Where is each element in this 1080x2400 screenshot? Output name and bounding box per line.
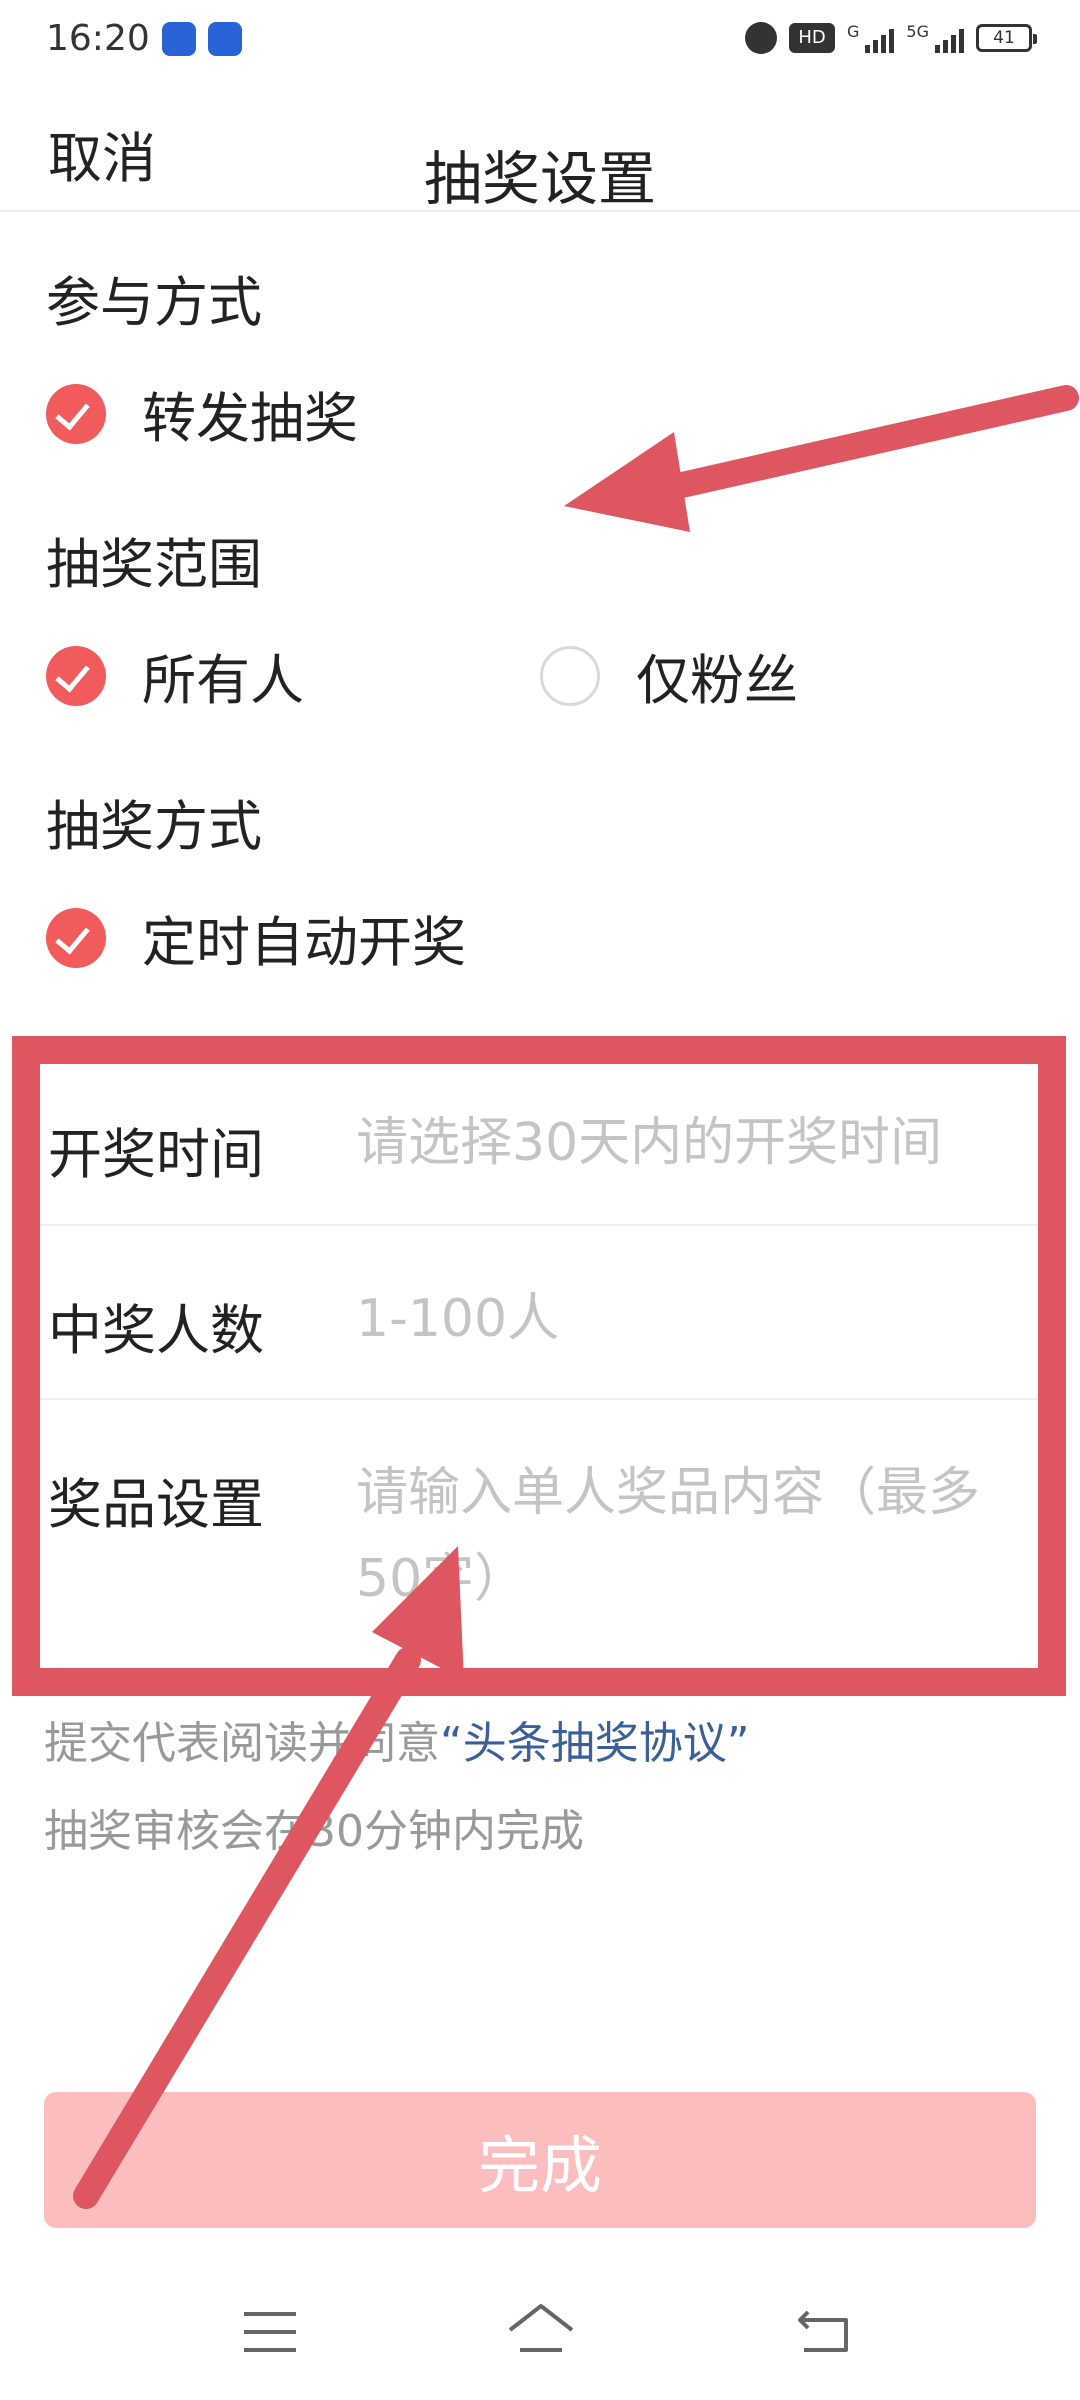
status-time: 16:20 bbox=[46, 18, 150, 59]
network-g-label: G bbox=[847, 22, 860, 41]
agreement-note: 提交代表阅读并同意“头条抽奖协议” bbox=[44, 1700, 750, 1788]
hd-icon: HD bbox=[789, 23, 836, 53]
radio-checked-icon bbox=[46, 907, 106, 968]
form-row-draw-time[interactable]: 开奖时间 请选择30天内的开奖时间 bbox=[40, 1062, 1040, 1226]
system-nav-bar bbox=[0, 2290, 1080, 2400]
header: 取消 抽奖设置 bbox=[0, 80, 1080, 213]
notes: 提交代表阅读并同意“头条抽奖协议” 抽奖审核会在30分钟内完成 bbox=[44, 1700, 750, 1876]
draw-time-field[interactable]: 请选择30天内的开奖时间 bbox=[356, 1100, 1036, 1186]
prize-field[interactable]: 请输入单人奖品内容（最多50字） bbox=[356, 1450, 1036, 1622]
prize-label: 奖品设置 bbox=[48, 1473, 264, 1536]
status-right: HD G 5G 41 bbox=[745, 22, 1037, 54]
option-label: 所有人 bbox=[142, 649, 304, 712]
alarm-icon bbox=[745, 22, 778, 54]
status-bar: 16:20 HD G 5G 41 bbox=[0, 0, 1080, 80]
scope-title: 抽奖范围 bbox=[46, 533, 262, 596]
method-title: 抽奖方式 bbox=[46, 795, 262, 858]
shield-icon bbox=[162, 22, 196, 56]
agreement-prefix: 提交代表阅读并同意 bbox=[44, 1718, 440, 1769]
option-label: 仅粉丝 bbox=[636, 649, 798, 712]
submit-button[interactable]: 完成 bbox=[44, 2092, 1036, 2228]
network-5g-label: 5G bbox=[906, 22, 929, 41]
option-repost-lottery[interactable]: 转发抽奖 bbox=[46, 374, 358, 453]
form-row-prize[interactable]: 奖品设置 请输入单人奖品内容（最多50字） bbox=[40, 1400, 1040, 1666]
agreement-link[interactable]: “头条抽奖协议” bbox=[440, 1718, 750, 1769]
annotation-arrow-top bbox=[564, 385, 1079, 532]
radio-checked-icon bbox=[46, 645, 106, 706]
menu-icon[interactable] bbox=[244, 2312, 296, 2352]
lottery-form: 开奖时间 请选择30天内的开奖时间 中奖人数 1-100人 奖品设置 请输入单人… bbox=[40, 1062, 1040, 1666]
option-timed-auto-draw[interactable]: 定时自动开奖 bbox=[46, 898, 466, 977]
page-title: 抽奖设置 bbox=[423, 145, 656, 213]
option-label: 定时自动开奖 bbox=[142, 911, 466, 974]
winners-label: 中奖人数 bbox=[48, 1299, 264, 1362]
home-icon[interactable] bbox=[506, 2300, 576, 2360]
form-row-winners[interactable]: 中奖人数 1-100人 bbox=[40, 1226, 1040, 1400]
radio-checked-icon bbox=[46, 383, 106, 444]
participation-title: 参与方式 bbox=[46, 271, 262, 334]
signal-icon bbox=[865, 23, 895, 53]
signal-5g-icon bbox=[935, 23, 964, 53]
option-label: 转发抽奖 bbox=[142, 387, 358, 450]
draw-time-label: 开奖时间 bbox=[48, 1123, 264, 1186]
status-left-icons bbox=[162, 22, 242, 56]
back-icon[interactable] bbox=[796, 2308, 852, 2356]
radio-unchecked-icon bbox=[540, 645, 600, 706]
review-note: 抽奖审核会在30分钟内完成 bbox=[44, 1806, 584, 1857]
clock-app-icon bbox=[208, 22, 242, 56]
option-everyone[interactable]: 所有人 bbox=[46, 636, 304, 715]
battery-icon: 41 bbox=[976, 24, 1037, 52]
option-fans-only[interactable]: 仅粉丝 bbox=[540, 636, 798, 715]
winners-field[interactable]: 1-100人 bbox=[356, 1276, 1036, 1362]
